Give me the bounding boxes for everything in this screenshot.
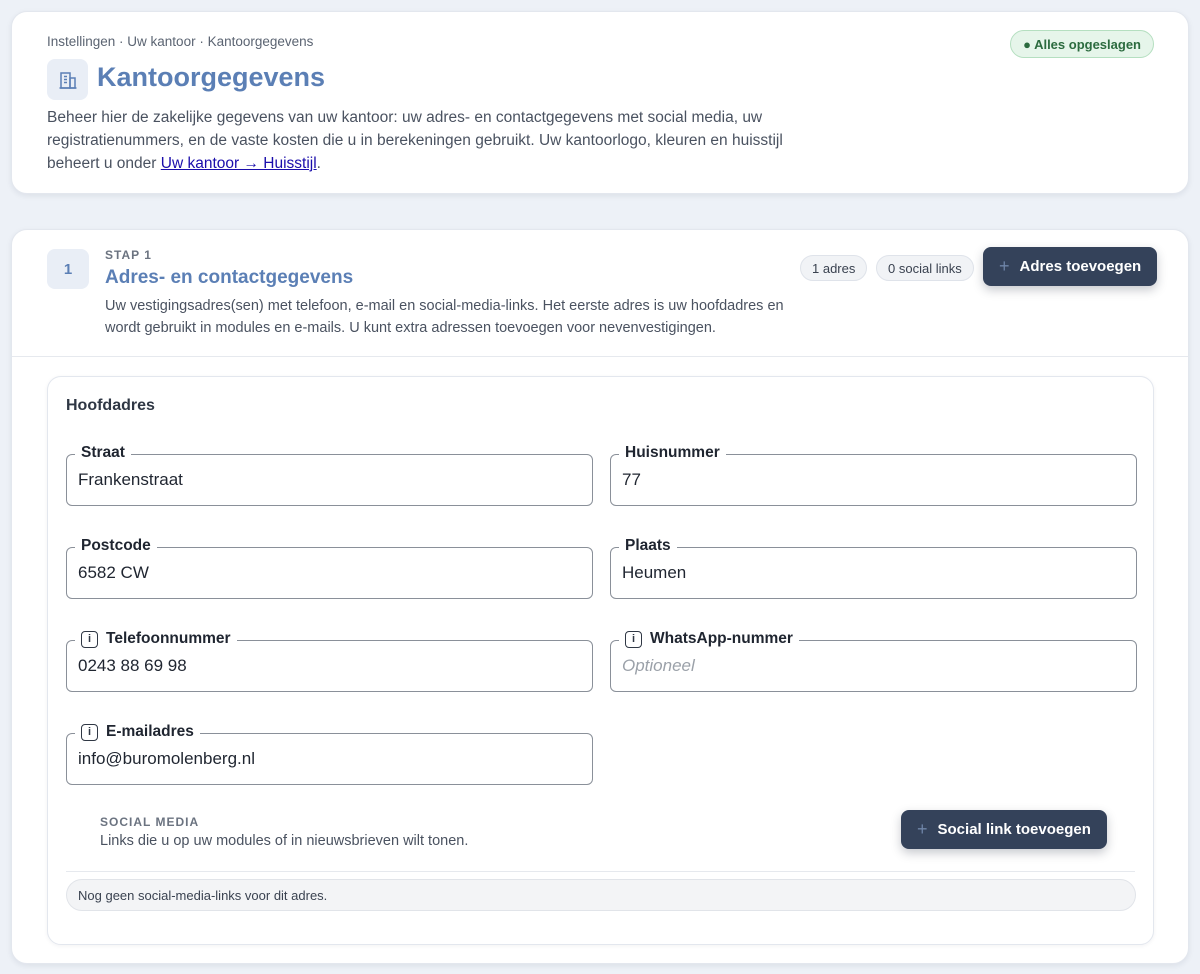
email-field[interactable]: i E-mailadres info@buromolenberg.nl bbox=[66, 722, 593, 785]
address-count-chip: 1 adres bbox=[800, 255, 868, 281]
plaats-label: Plaats bbox=[619, 536, 677, 556]
info-icon[interactable]: i bbox=[81, 630, 98, 648]
social-media-description: Links die u op uw modules of in nieuwsbr… bbox=[100, 833, 469, 849]
postcode-value: 6582 CW bbox=[78, 563, 149, 582]
page-header-card: Instellingen · Uw kantoor · Kantoorgegev… bbox=[11, 11, 1189, 194]
postcode-field[interactable]: Postcode 6582 CW bbox=[66, 536, 593, 599]
social-divider bbox=[66, 871, 1135, 872]
add-social-link-label: Social link toevoegen bbox=[937, 821, 1091, 838]
whatsapp-label-text: WhatsApp-nummer bbox=[650, 630, 793, 647]
page-title: Kantoorgegevens bbox=[97, 62, 326, 92]
step-1-card: 1 STAP 1 Adres- en contactgegevens Uw ve… bbox=[11, 229, 1189, 964]
saved-status-badge: ● Alles opgeslagen bbox=[1010, 30, 1154, 58]
add-social-link-button[interactable]: + Social link toevoegen bbox=[901, 810, 1107, 849]
social-media-title: SOCIAL MEDIA bbox=[100, 815, 200, 829]
add-address-button[interactable]: + Adres toevoegen bbox=[983, 247, 1158, 286]
info-icon[interactable]: i bbox=[625, 630, 642, 648]
telefoon-field[interactable]: i Telefoonnummer 0243 88 69 98 bbox=[66, 629, 593, 692]
step-title: Adres- en contactgegevens bbox=[105, 267, 354, 288]
main-address-section: Hoofdadres Straat Frankenstraat Huisnumm… bbox=[47, 376, 1154, 945]
intro-text: Beheer hier de zakelijke gegevens van uw… bbox=[47, 109, 783, 172]
whatsapp-field[interactable]: i WhatsApp-nummer Optioneel bbox=[610, 629, 1137, 692]
step-description: Uw vestigingsadres(sen) met telefoon, e-… bbox=[105, 298, 784, 336]
plaats-value: Heumen bbox=[622, 563, 687, 582]
huisnummer-label-text: Huisnummer bbox=[625, 444, 720, 461]
step-number: 1 bbox=[47, 249, 89, 289]
building-icon bbox=[47, 59, 88, 100]
straat-label: Straat bbox=[75, 443, 131, 463]
straat-label-text: Straat bbox=[81, 444, 125, 461]
plaats-field[interactable]: Plaats Heumen bbox=[610, 536, 1137, 599]
huisstijl-link[interactable]: Uw kantoor → Huisstijl bbox=[161, 155, 317, 172]
straat-field[interactable]: Straat Frankenstraat bbox=[66, 443, 593, 506]
huisnummer-field[interactable]: Huisnummer 77 bbox=[610, 443, 1137, 506]
telefoon-label-text: Telefoonnummer bbox=[106, 630, 231, 647]
step-label: STAP 1 bbox=[105, 248, 152, 262]
telefoon-value: 0243 88 69 98 bbox=[78, 656, 187, 675]
postcode-label: Postcode bbox=[75, 536, 157, 556]
whatsapp-label: i WhatsApp-nummer bbox=[619, 629, 799, 649]
no-social-links-note: Nog geen social-media-links voor dit adr… bbox=[66, 879, 1136, 911]
huisnummer-value: 77 bbox=[622, 470, 641, 489]
plus-icon: + bbox=[917, 819, 928, 839]
intro-end: . bbox=[316, 155, 321, 172]
telefoon-label: i Telefoonnummer bbox=[75, 629, 237, 649]
plus-icon: + bbox=[999, 256, 1010, 276]
email-label-text: E-mailadres bbox=[106, 723, 194, 740]
postcode-label-text: Postcode bbox=[81, 537, 151, 554]
plaats-label-text: Plaats bbox=[625, 537, 671, 554]
add-address-label: Adres toevoegen bbox=[1019, 258, 1142, 275]
social-count-chip: 0 social links bbox=[876, 255, 974, 281]
huisnummer-label: Huisnummer bbox=[619, 443, 726, 463]
email-label: i E-mailadres bbox=[75, 722, 200, 742]
breadcrumb: Instellingen · Uw kantoor · Kantoorgegev… bbox=[47, 34, 314, 49]
address-title: Hoofdadres bbox=[66, 397, 155, 414]
email-value: info@buromolenberg.nl bbox=[78, 749, 255, 768]
info-icon[interactable]: i bbox=[81, 723, 98, 741]
straat-value: Frankenstraat bbox=[78, 470, 183, 489]
whatsapp-placeholder: Optioneel bbox=[622, 656, 695, 675]
page-intro: Beheer hier de zakelijke gegevens van uw… bbox=[47, 106, 807, 175]
step-divider bbox=[12, 356, 1188, 357]
